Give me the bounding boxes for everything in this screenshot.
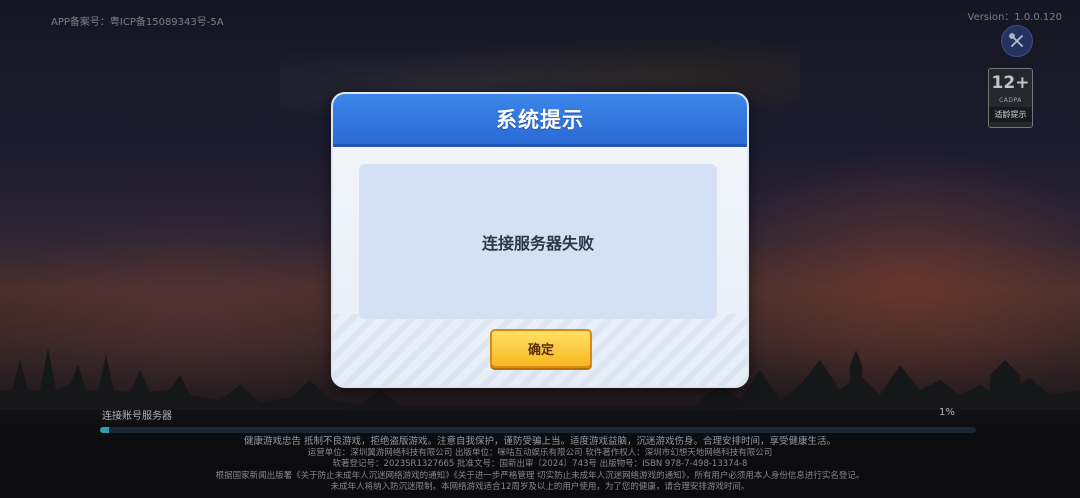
dialog-message-box: 连接服务器失败 xyxy=(359,164,717,319)
system-dialog: 系统提示 连接服务器失败 确定 xyxy=(331,92,749,388)
confirm-button[interactable]: 确定 xyxy=(490,329,592,368)
game-screen: APP备案号：粤ICP备15089343号-5A Version：1.0.0.1… xyxy=(0,0,1080,498)
confirm-button-label: 确定 xyxy=(527,343,554,358)
dialog-message: 连接服务器失败 xyxy=(481,233,594,253)
dialog-title: 系统提示 xyxy=(496,108,584,132)
dialog-header: 系统提示 xyxy=(333,94,747,147)
